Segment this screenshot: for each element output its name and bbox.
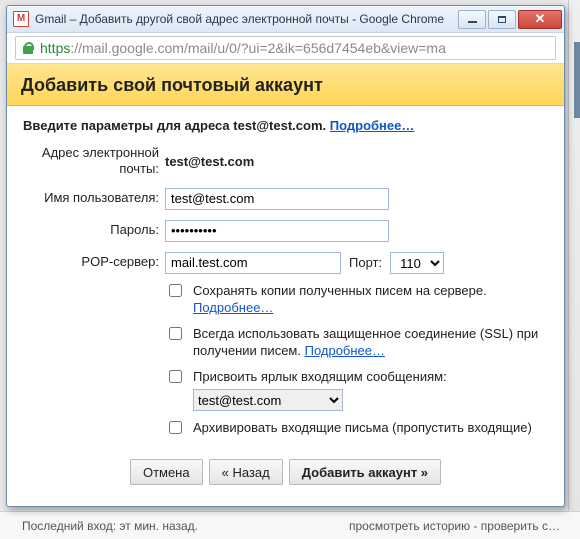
keep-copy-text: Сохранять копии полученных писем на серв… — [193, 283, 487, 298]
window-title: Gmail – Добавить другой свой адрес элект… — [35, 12, 458, 26]
email-value: test@test.com — [165, 154, 546, 169]
options-group: Сохранять копии полученных писем на серв… — [165, 282, 546, 438]
minimize-button[interactable] — [458, 10, 486, 29]
cancel-button[interactable]: Отмена — [130, 459, 203, 485]
page-title: Добавить свой почтовый аккаунт — [21, 75, 323, 95]
intro-more-link[interactable]: Подробнее… — [330, 118, 415, 133]
keep-copy-option[interactable]: Сохранять копии полученных писем на серв… — [165, 282, 546, 317]
window-controls: ✕ — [458, 10, 562, 29]
port-label: Порт: — [349, 255, 382, 270]
ssl-more-link[interactable]: Подробнее… — [305, 343, 385, 358]
close-button[interactable]: ✕ — [518, 10, 562, 29]
maximize-button[interactable] — [488, 10, 516, 29]
port-select[interactable]: 110 — [390, 252, 444, 274]
ssl-text-2: получении писем. — [193, 343, 301, 358]
password-label: Пароль: — [7, 222, 159, 238]
bg-status-left: Последний вход: эт мин. назад. — [22, 519, 349, 533]
username-label: Имя пользователя: — [7, 190, 159, 206]
url-path: /mail/u/0/?ui=2&ik=656d7454eb&view=ma — [184, 40, 446, 56]
settings-form: Адрес электронной почты: test@test.com И… — [7, 143, 564, 437]
url-host: ://mail.google.com — [70, 40, 184, 56]
lock-icon — [22, 41, 34, 55]
label-text: Присвоить ярлык входящим сообщениям: — [193, 369, 447, 384]
keep-copy-checkbox[interactable] — [169, 284, 182, 297]
ssl-option[interactable]: Всегда использовать защищенное соединени… — [165, 325, 546, 360]
background-status-bar: Последний вход: эт мин. назад. просмотре… — [0, 511, 580, 539]
password-input[interactable] — [165, 220, 389, 242]
bg-status-right: просмотреть историю - проверить с… — [349, 519, 580, 533]
add-account-button[interactable]: Добавить аккаунт » — [289, 459, 441, 485]
gmail-icon — [13, 11, 29, 27]
label-select[interactable]: test@test.com — [193, 389, 343, 411]
intro-prefix: Введите параметры для адреса — [23, 118, 233, 133]
page-title-bar: Добавить свой почтовый аккаунт — [7, 64, 564, 106]
archive-checkbox[interactable] — [169, 421, 182, 434]
url-field[interactable]: https://mail.google.com/mail/u/0/?ui=2&i… — [15, 36, 556, 60]
chrome-popup-window: Gmail – Добавить другой свой адрес элект… — [6, 5, 565, 507]
pop-label: POP-сервер: — [7, 254, 159, 270]
url-scheme: https — [40, 40, 70, 56]
back-button[interactable]: « Назад — [209, 459, 283, 485]
username-input[interactable] — [165, 188, 389, 210]
label-checkbox[interactable] — [169, 370, 182, 383]
content: Введите параметры для адреса test@test.c… — [7, 106, 564, 495]
ssl-checkbox[interactable] — [169, 327, 182, 340]
titlebar: Gmail – Добавить другой свой адрес элект… — [7, 6, 564, 33]
ssl-text-1: Всегда использовать защищенное соединени… — [193, 325, 538, 343]
intro-line: Введите параметры для адреса test@test.c… — [7, 106, 564, 143]
email-label: Адрес электронной почты: — [7, 145, 159, 178]
intro-suffix: . — [323, 118, 330, 133]
intro-email: test@test.com — [233, 118, 322, 133]
pop-server-input[interactable] — [165, 252, 341, 274]
button-row: Отмена « Назад Добавить аккаунт » — [7, 459, 564, 485]
label-option[interactable]: Присвоить ярлык входящим сообщениям: tes… — [165, 368, 546, 412]
background-fragment — [574, 42, 580, 118]
archive-text: Архивировать входящие письма (пропустить… — [193, 419, 532, 437]
archive-option[interactable]: Архивировать входящие письма (пропустить… — [165, 419, 546, 437]
keep-copy-more-link[interactable]: Подробнее… — [193, 300, 273, 315]
address-bar: https://mail.google.com/mail/u/0/?ui=2&i… — [7, 33, 564, 64]
